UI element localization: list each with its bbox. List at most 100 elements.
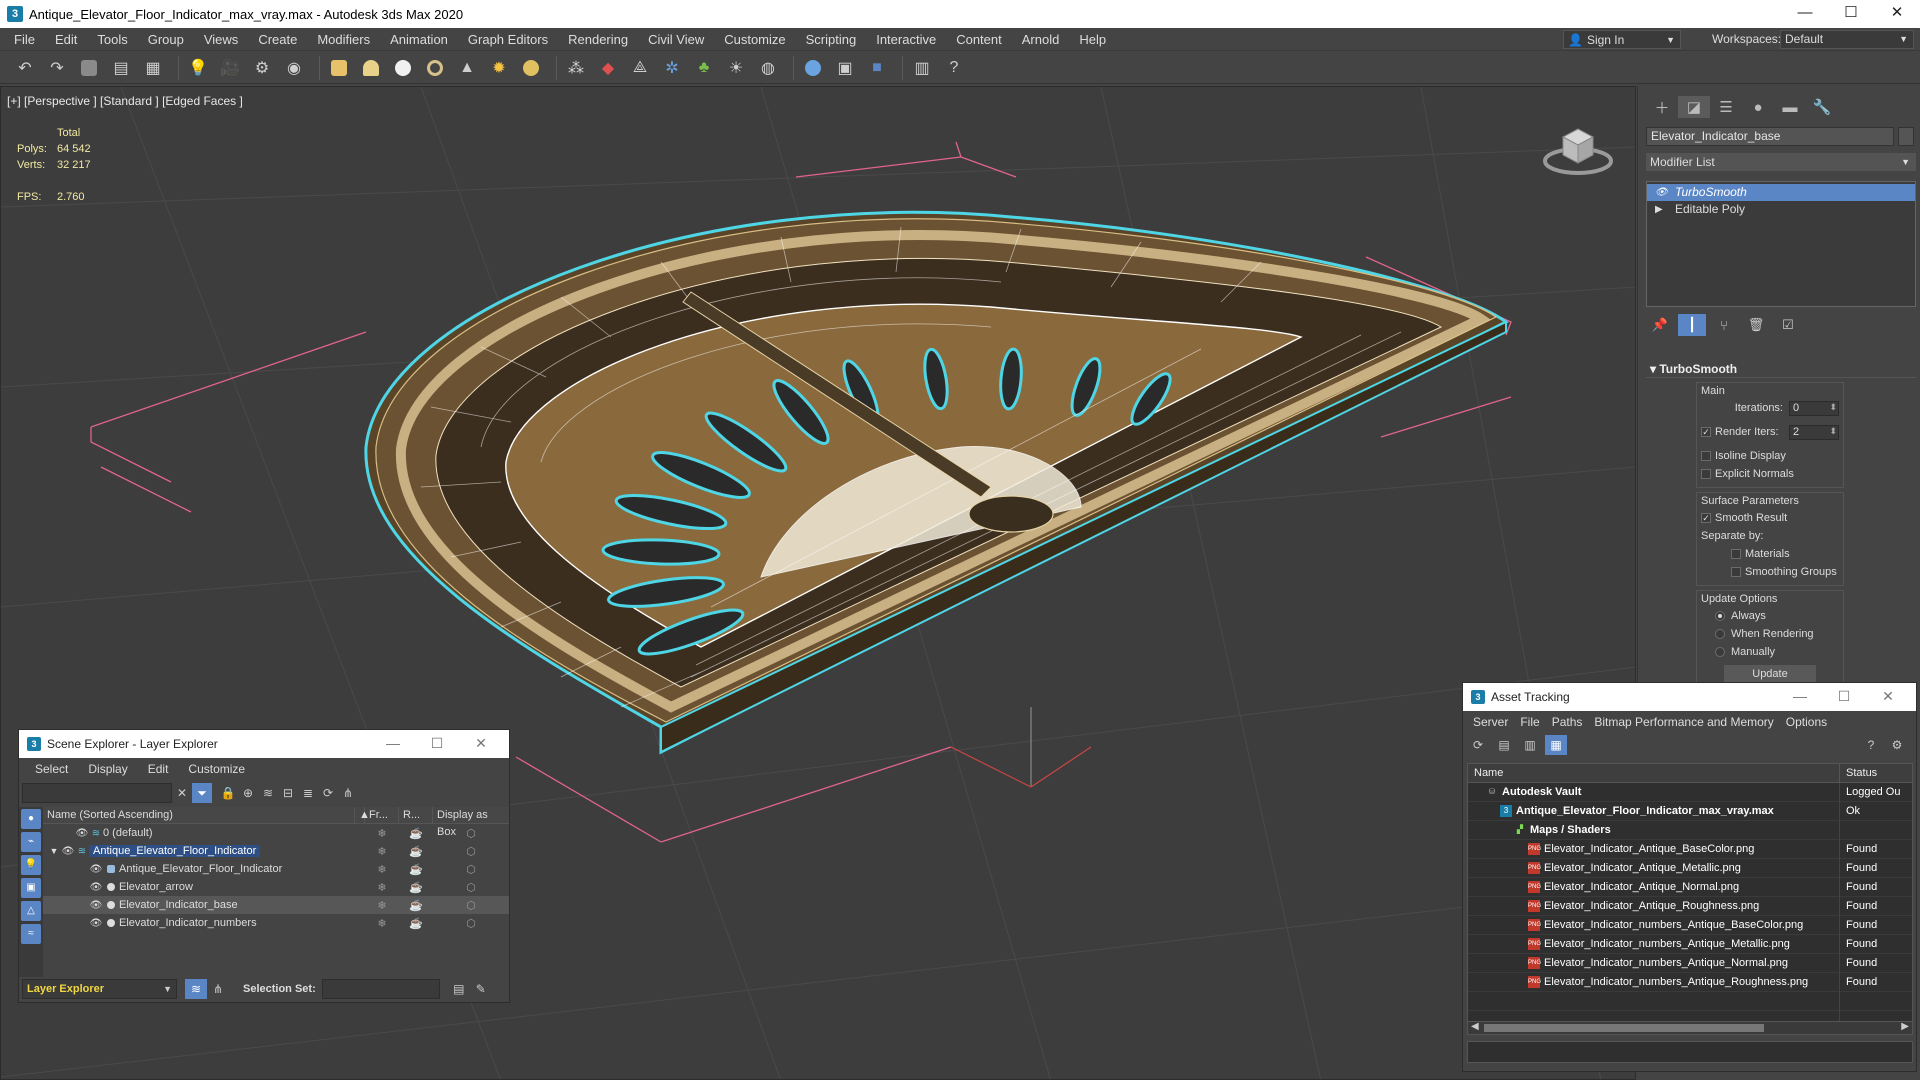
at-col-name[interactable]: Name <box>1468 764 1840 782</box>
menu-content[interactable]: Content <box>946 28 1012 51</box>
display-tab-icon[interactable]: ▬ <box>1774 96 1806 118</box>
vray-proxy-icon[interactable]: ◆ <box>595 56 621 80</box>
hierarchy-icon[interactable]: ⋔ <box>338 783 358 803</box>
render-icon[interactable]: ■ <box>864 56 890 80</box>
minimize-icon[interactable]: — <box>1782 0 1828 28</box>
layer-stack-icon[interactable]: ≣ <box>298 783 318 803</box>
freeze-icon[interactable]: ❄ <box>365 899 399 912</box>
object-color-swatch[interactable] <box>1898 127 1914 146</box>
cone-icon[interactable]: ▲ <box>454 56 480 80</box>
list-view-icon[interactable]: ▤ <box>1493 735 1515 755</box>
settings-icon[interactable]: ⚙ <box>1886 735 1908 755</box>
plant-icon[interactable]: ♣ <box>691 56 717 80</box>
create-tab-icon[interactable]: ＋ <box>1646 96 1678 118</box>
col-renderable[interactable]: R... <box>399 807 433 823</box>
particle-icon[interactable]: ⁂ <box>563 56 589 80</box>
table-row[interactable]: PNG Elevator_Indicator_numbers_Antique_No… <box>1468 953 1912 973</box>
geometry-filter-icon[interactable]: ● <box>21 809 41 829</box>
remove-modifier-icon[interactable]: 🗑 <box>1742 314 1770 336</box>
torus-icon[interactable] <box>422 56 448 80</box>
render-iters-checkbox[interactable]: ✓ <box>1701 427 1711 437</box>
fur-icon[interactable]: ⟁ <box>627 56 653 80</box>
object-name-field[interactable]: Elevator_Indicator_base <box>1646 127 1894 146</box>
create-lights-icon[interactable]: 💡 <box>185 56 211 80</box>
col-display-as-box[interactable]: Display as Box <box>433 807 509 838</box>
display-as-box-icon[interactable]: ⬡ <box>433 863 509 876</box>
helpers-filter-icon[interactable]: △ <box>21 901 41 921</box>
menu-edit[interactable]: Edit <box>45 28 87 51</box>
help-icon[interactable]: ? <box>1860 735 1882 755</box>
at-menu-options[interactable]: Options <box>1780 715 1833 729</box>
se-menu-display[interactable]: Display <box>78 762 137 776</box>
modifier-list-dropdown[interactable]: Modifier List ▼ <box>1646 153 1916 171</box>
display-as-box-icon[interactable]: ⬡ <box>433 845 509 858</box>
table-row[interactable]: PNG Elevator_Indicator_numbers_Antique_Ro… <box>1468 972 1912 992</box>
thumbnail-view-icon[interactable]: ▥ <box>1519 735 1541 755</box>
utilities-tab-icon[interactable]: 🔧 <box>1806 96 1838 118</box>
layer-explorer-dropdown[interactable]: Layer Explorer ▼ <box>22 979 177 999</box>
space-warps-filter-icon[interactable]: ≈ <box>21 924 41 944</box>
clear-search-icon[interactable]: ✕ <box>172 783 192 803</box>
select-children-icon[interactable]: ⟳ <box>318 783 338 803</box>
menu-help[interactable]: Help <box>1069 28 1116 51</box>
table-row[interactable]: 👁 Antique_Elevator_Floor_Indicator ❄ ☕ ⬡ <box>43 860 509 878</box>
selection-set-dropdown[interactable] <box>321 979 440 999</box>
material-icon[interactable]: ✲ <box>659 56 685 80</box>
layer-mode-icon[interactable]: ≋ <box>185 979 207 999</box>
manually-radio[interactable] <box>1715 647 1725 657</box>
eye-icon[interactable]: 👁 <box>89 882 103 893</box>
freeze-icon[interactable]: ❄ <box>365 863 399 876</box>
table-row[interactable]: PNG Elevator_Indicator_Antique_BaseColor.… <box>1468 839 1912 859</box>
at-menu-server[interactable]: Server <box>1467 715 1514 729</box>
se-menu-edit[interactable]: Edit <box>138 762 179 776</box>
menu-civil-view[interactable]: Civil View <box>638 28 714 51</box>
table-row[interactable]: 👁 ≋ 0 (default) ❄ ☕ ⬡ <box>43 824 509 842</box>
edit-selection-set-icon[interactable]: ✎ <box>470 979 492 999</box>
display-as-box-icon[interactable]: ⬡ <box>433 899 509 912</box>
renderable-icon[interactable]: ☕ <box>399 863 433 876</box>
menu-views[interactable]: Views <box>194 28 248 51</box>
rollout-header[interactable]: ▾ TurboSmooth <box>1646 360 1916 378</box>
sphere-light-icon[interactable] <box>518 56 544 80</box>
display-as-box-icon[interactable]: ⬡ <box>433 881 509 894</box>
scene-explorer-titlebar[interactable]: 3 Scene Explorer - Layer Explorer — ☐ ✕ <box>19 730 509 758</box>
workspaces-dropdown[interactable]: Default ▼ <box>1780 30 1914 49</box>
freeze-icon[interactable]: ❄ <box>365 827 399 840</box>
table-row[interactable]: 👁 Elevator_arrow ❄ ☕ ⬡ <box>43 878 509 896</box>
menu-modifiers[interactable]: Modifiers <box>307 28 380 51</box>
menu-interactive[interactable]: Interactive <box>866 28 946 51</box>
table-row[interactable]: PNG Elevator_Indicator_Antique_Metallic.p… <box>1468 858 1912 878</box>
hierarchy-mode-icon[interactable]: ⋔ <box>207 979 229 999</box>
minimize-icon[interactable]: — <box>1778 683 1822 711</box>
hemisphere-icon[interactable] <box>358 56 384 80</box>
helpers-icon[interactable]: ⚙ <box>249 56 275 80</box>
col-frozen[interactable]: Fr... <box>365 807 399 823</box>
maximize-icon[interactable]: ☐ <box>415 730 459 758</box>
at-menu-file[interactable]: File <box>1514 715 1545 729</box>
eye-icon[interactable]: 👁 <box>89 864 103 875</box>
table-row[interactable]: PNG Elevator_Indicator_Antique_Roughness.… <box>1468 896 1912 916</box>
expand-triangle-icon[interactable]: ▶ <box>1655 201 1675 218</box>
sphere-icon[interactable] <box>390 56 416 80</box>
isoline-checkbox[interactable] <box>1701 451 1711 461</box>
pin-stack-icon[interactable]: 📌 <box>1646 314 1674 336</box>
hdri-icon[interactable]: ☀ <box>723 56 749 80</box>
box-primitive-icon[interactable] <box>326 56 352 80</box>
unlink-icon[interactable]: ▤ <box>108 56 134 80</box>
eye-icon[interactable]: 👁 <box>89 900 103 911</box>
configure-modifier-sets-icon[interactable]: ☑ <box>1774 314 1802 336</box>
redo-icon[interactable]: ↷ <box>44 56 70 80</box>
mesh-icon[interactable]: ◍ <box>755 56 781 80</box>
table-row[interactable]: ▞ Maps / Shaders <box>1468 820 1912 840</box>
viewcube-icon[interactable] <box>1541 117 1615 177</box>
renderable-icon[interactable]: ☕ <box>399 899 433 912</box>
scrollbar-thumb[interactable] <box>1484 1024 1764 1032</box>
renderable-icon[interactable]: ☕ <box>399 881 433 894</box>
horizontal-scrollbar[interactable]: ◀ ▶ <box>1467 1021 1913 1035</box>
expand-triangle-icon[interactable]: ▼ <box>47 846 61 856</box>
renderable-icon[interactable]: ☕ <box>399 845 433 858</box>
eye-icon[interactable]: 👁 <box>61 846 75 857</box>
lock-icon[interactable]: 🔒 <box>218 783 238 803</box>
help-icon[interactable]: ? <box>941 56 967 80</box>
hierarchy-tab-icon[interactable]: ☰ <box>1710 96 1742 118</box>
